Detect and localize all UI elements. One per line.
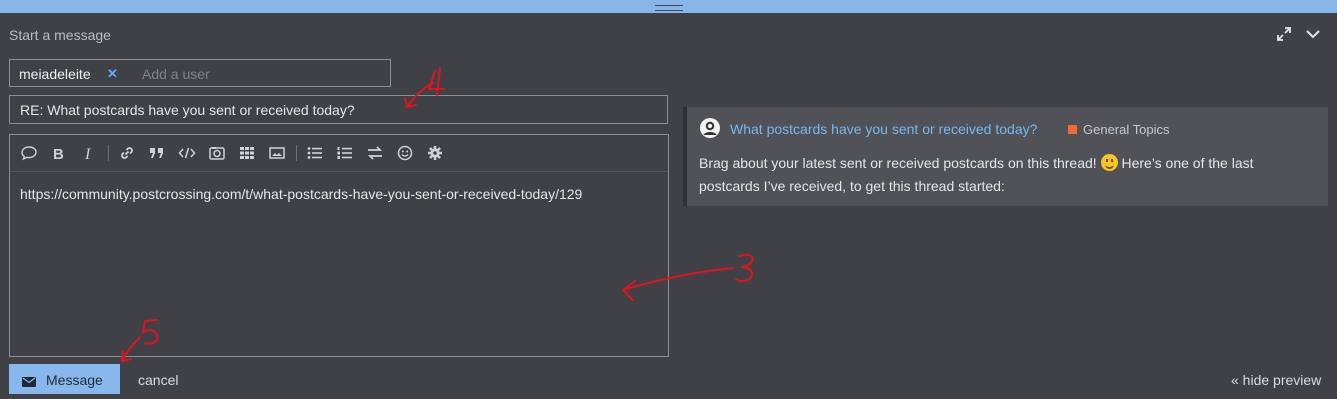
subject-input[interactable]: RE: What postcards have you sent or rece…	[9, 95, 668, 124]
annotation-digit-3-stroke	[735, 253, 754, 283]
toolbar-separator	[296, 145, 297, 161]
collapse-chevron-icon[interactable]	[1305, 26, 1321, 45]
preview-category[interactable]: General Topics	[1083, 122, 1169, 137]
preview-excerpt-start: Brag about your latest sent or received …	[699, 155, 1097, 171]
message-body-text[interactable]: https://community.postcrossing.com/t/wha…	[20, 186, 582, 202]
blockquote-icon[interactable]	[148, 144, 166, 162]
link-icon[interactable]	[118, 144, 136, 162]
italic-icon[interactable]: I	[80, 144, 98, 163]
avatar	[700, 118, 720, 138]
reply-preview: What postcards have you sent or received…	[683, 107, 1328, 206]
table-icon[interactable]	[238, 144, 256, 162]
bold-icon[interactable]: B	[50, 144, 68, 163]
expand-icon[interactable]	[1276, 26, 1292, 45]
recipient-input[interactable]: meiadeleite ✕ Add a user	[9, 59, 391, 87]
quote-icon[interactable]	[20, 144, 38, 162]
remove-recipient-icon[interactable]: ✕	[107, 66, 118, 82]
cancel-link[interactable]: cancel	[138, 372, 178, 388]
hide-preview-link[interactable]: « hide preview	[1231, 372, 1321, 388]
add-user-placeholder[interactable]: Add a user	[142, 66, 210, 82]
recipient-chip: meiadeleite	[19, 66, 91, 82]
preview-excerpt: Brag about your latest sent or received …	[699, 152, 1314, 198]
category-badge	[1068, 125, 1077, 134]
options-gear-icon[interactable]	[426, 144, 444, 162]
svg-text:I: I	[84, 146, 91, 162]
envelope-icon	[22, 374, 36, 387]
send-message-button[interactable]: Message	[9, 364, 120, 394]
send-message-label: Message	[46, 372, 103, 388]
annotation-digit-4-stroke	[427, 67, 445, 96]
smiley-emoji-icon	[1100, 154, 1118, 171]
svg-text:B: B	[53, 146, 64, 162]
emoji-icon[interactable]	[396, 144, 414, 162]
editor-toolbar: B I	[10, 135, 668, 172]
upload-image-icon[interactable]	[208, 144, 226, 162]
resize-grip-icon[interactable]	[655, 5, 683, 11]
composer-title: Start a message	[9, 27, 111, 43]
image-icon[interactable]	[268, 144, 286, 162]
code-icon[interactable]	[178, 144, 196, 162]
numbered-list-icon[interactable]	[336, 144, 354, 162]
toggle-direction-icon[interactable]	[366, 144, 384, 162]
toolbar-separator	[108, 145, 109, 161]
message-editor[interactable]: B I https://community.postcrossing.com/t…	[9, 134, 669, 357]
bullet-list-icon[interactable]	[306, 144, 324, 162]
preview-topic-title[interactable]: What postcards have you sent or received…	[730, 121, 1037, 137]
composer-resize-bar[interactable]	[0, 0, 1337, 13]
